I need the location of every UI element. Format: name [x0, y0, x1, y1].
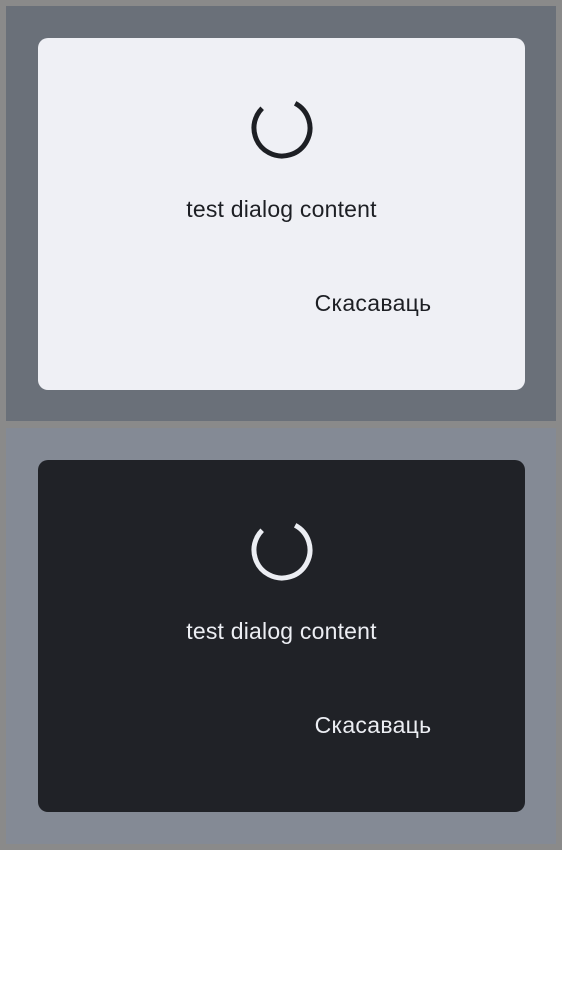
- dialog-scrim-dark[interactable]: test dialog content Скасаваць: [6, 428, 556, 844]
- screenshot-frame: test dialog content Скасаваць test dialo…: [0, 0, 562, 850]
- progress-spinner-icon: [250, 518, 314, 582]
- progress-dialog-dark: test dialog content Скасаваць: [38, 460, 525, 812]
- progress-dialog-light: test dialog content Скасаваць: [38, 38, 525, 390]
- dialog-scrim-light[interactable]: test dialog content Скасаваць: [6, 6, 556, 421]
- dialog-content-text: test dialog content: [186, 618, 377, 644]
- dialog-content-text: test dialog content: [186, 196, 377, 222]
- progress-spinner-icon: [250, 96, 314, 160]
- cancel-button[interactable]: Скасаваць: [293, 705, 453, 745]
- cancel-button[interactable]: Скасаваць: [293, 283, 453, 323]
